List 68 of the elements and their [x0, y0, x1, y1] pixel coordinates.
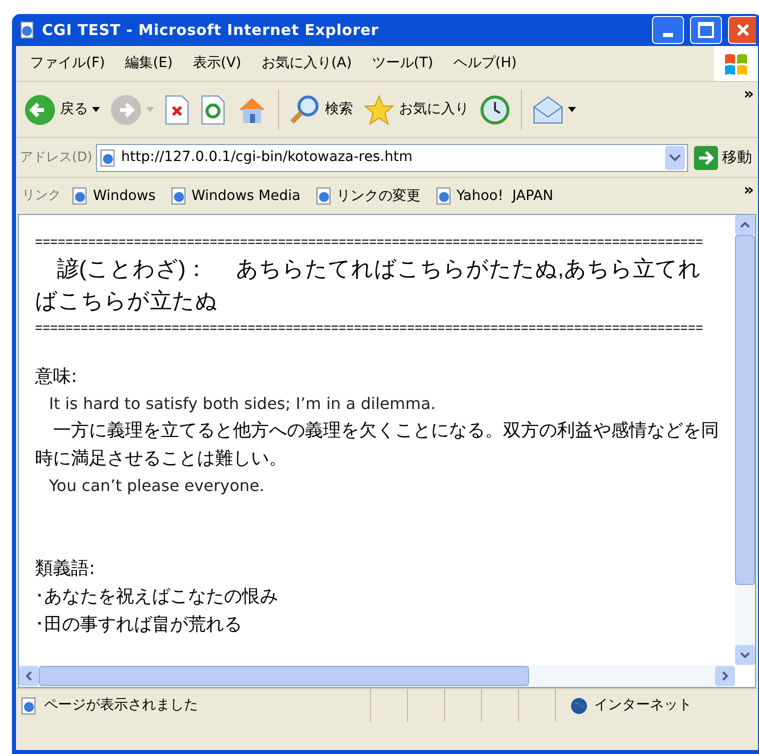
link-item[interactable]: リンクの変更 — [314, 186, 420, 206]
page-icon — [99, 148, 118, 166]
vertical-scrollbar[interactable] — [735, 215, 755, 665]
dropdown-caret-icon — [92, 107, 100, 112]
page-icon — [170, 187, 188, 205]
envelope-icon — [532, 94, 564, 124]
mail-button[interactable] — [532, 94, 576, 124]
dropdown-caret-icon — [568, 107, 576, 112]
section-label: 意味: — [35, 365, 78, 389]
scroll-thumb[interactable] — [735, 235, 755, 585]
stop-icon — [164, 94, 190, 124]
star-icon — [363, 94, 395, 126]
more-chevron[interactable]: » — [744, 178, 754, 202]
more-chevron[interactable]: » — [744, 82, 754, 106]
close-icon — [736, 23, 750, 37]
minimize-button[interactable] — [652, 16, 684, 44]
globe-icon — [570, 696, 588, 714]
favorites-button[interactable]: お気に入り — [363, 94, 469, 126]
back-button[interactable]: 戻る — [24, 94, 100, 126]
scroll-right-button[interactable] — [715, 666, 735, 686]
separator-line: ======================================================================================== — [35, 321, 704, 335]
link-item[interactable]: Windows Media — [170, 186, 300, 206]
address-field[interactable]: http://127.0.0.1/cgi-bin/kotowaza-res.htm — [96, 144, 688, 172]
stop-button[interactable] — [164, 94, 190, 124]
go-button[interactable]: 移動 — [692, 146, 754, 170]
search-icon — [289, 94, 321, 126]
browser-icon — [18, 21, 36, 39]
body-text: ･あなたを祝えばこなたの恨み — [35, 585, 279, 609]
search-button[interactable]: 検索 — [289, 94, 353, 126]
horizontal-scrollbar[interactable] — [19, 665, 735, 687]
english-text: You can’t please everyone. — [48, 475, 266, 497]
links-label: リンク — [22, 187, 61, 206]
scroll-up-button[interactable] — [735, 215, 755, 235]
link-item[interactable]: Yahoo! JAPAN — [434, 186, 554, 206]
page-icon — [314, 187, 332, 205]
url-text: http://127.0.0.1/cgi-bin/kotowaza-res.htm — [121, 148, 414, 167]
menu-item[interactable]: お気に入り(A) — [261, 53, 352, 74]
minimize-icon — [663, 33, 673, 37]
zone-text: インターネット — [594, 696, 692, 715]
scroll-down-button[interactable] — [735, 645, 755, 665]
maximize-icon — [698, 22, 714, 38]
status-text: ページが表示されました — [44, 696, 199, 715]
maximize-button[interactable] — [690, 16, 722, 44]
menu-item[interactable]: ファイル(F) — [30, 53, 105, 74]
menu-item[interactable]: 編集(E) — [124, 53, 173, 74]
address-label: アドレス(D) — [20, 148, 92, 167]
page-icon — [71, 187, 89, 205]
close-button[interactable] — [728, 16, 756, 44]
refresh-icon — [200, 94, 226, 124]
heading: 諺(ことわざ)： あちらたてればこちらがたたぬ,あちら立てればこちらが立たぬ — [35, 255, 702, 315]
refresh-button[interactable] — [200, 94, 226, 124]
clock-icon — [479, 94, 511, 126]
menu-item[interactable]: 表示(V) — [192, 53, 242, 74]
page-icon — [20, 696, 38, 714]
dropdown-caret-icon — [146, 107, 154, 112]
menu-item[interactable]: ヘルプ(H) — [453, 53, 517, 74]
menu-item[interactable]: ツール(T) — [372, 53, 434, 74]
history-button[interactable] — [479, 94, 511, 126]
scroll-thumb[interactable] — [39, 666, 529, 686]
section-label: 類義語: — [35, 557, 96, 581]
window-title: CGI TEST - Microsoft Internet Explorer — [42, 20, 379, 41]
body-text: 一方に義理を立てると他方への義理を欠くことになる。双方の利益や感情などを同時に満足させることは難しい。 — [35, 419, 719, 471]
page-icon — [434, 187, 452, 205]
link-item[interactable]: Windows — [71, 186, 156, 206]
body-text: ･田の事すれば畠が荒れる — [35, 613, 243, 637]
english-text: It is hard to satisfy both sides; I’m in a dilemma. — [48, 393, 437, 415]
separator-line: ======================================================================================== — [35, 235, 704, 249]
scroll-left-button[interactable] — [19, 666, 39, 686]
